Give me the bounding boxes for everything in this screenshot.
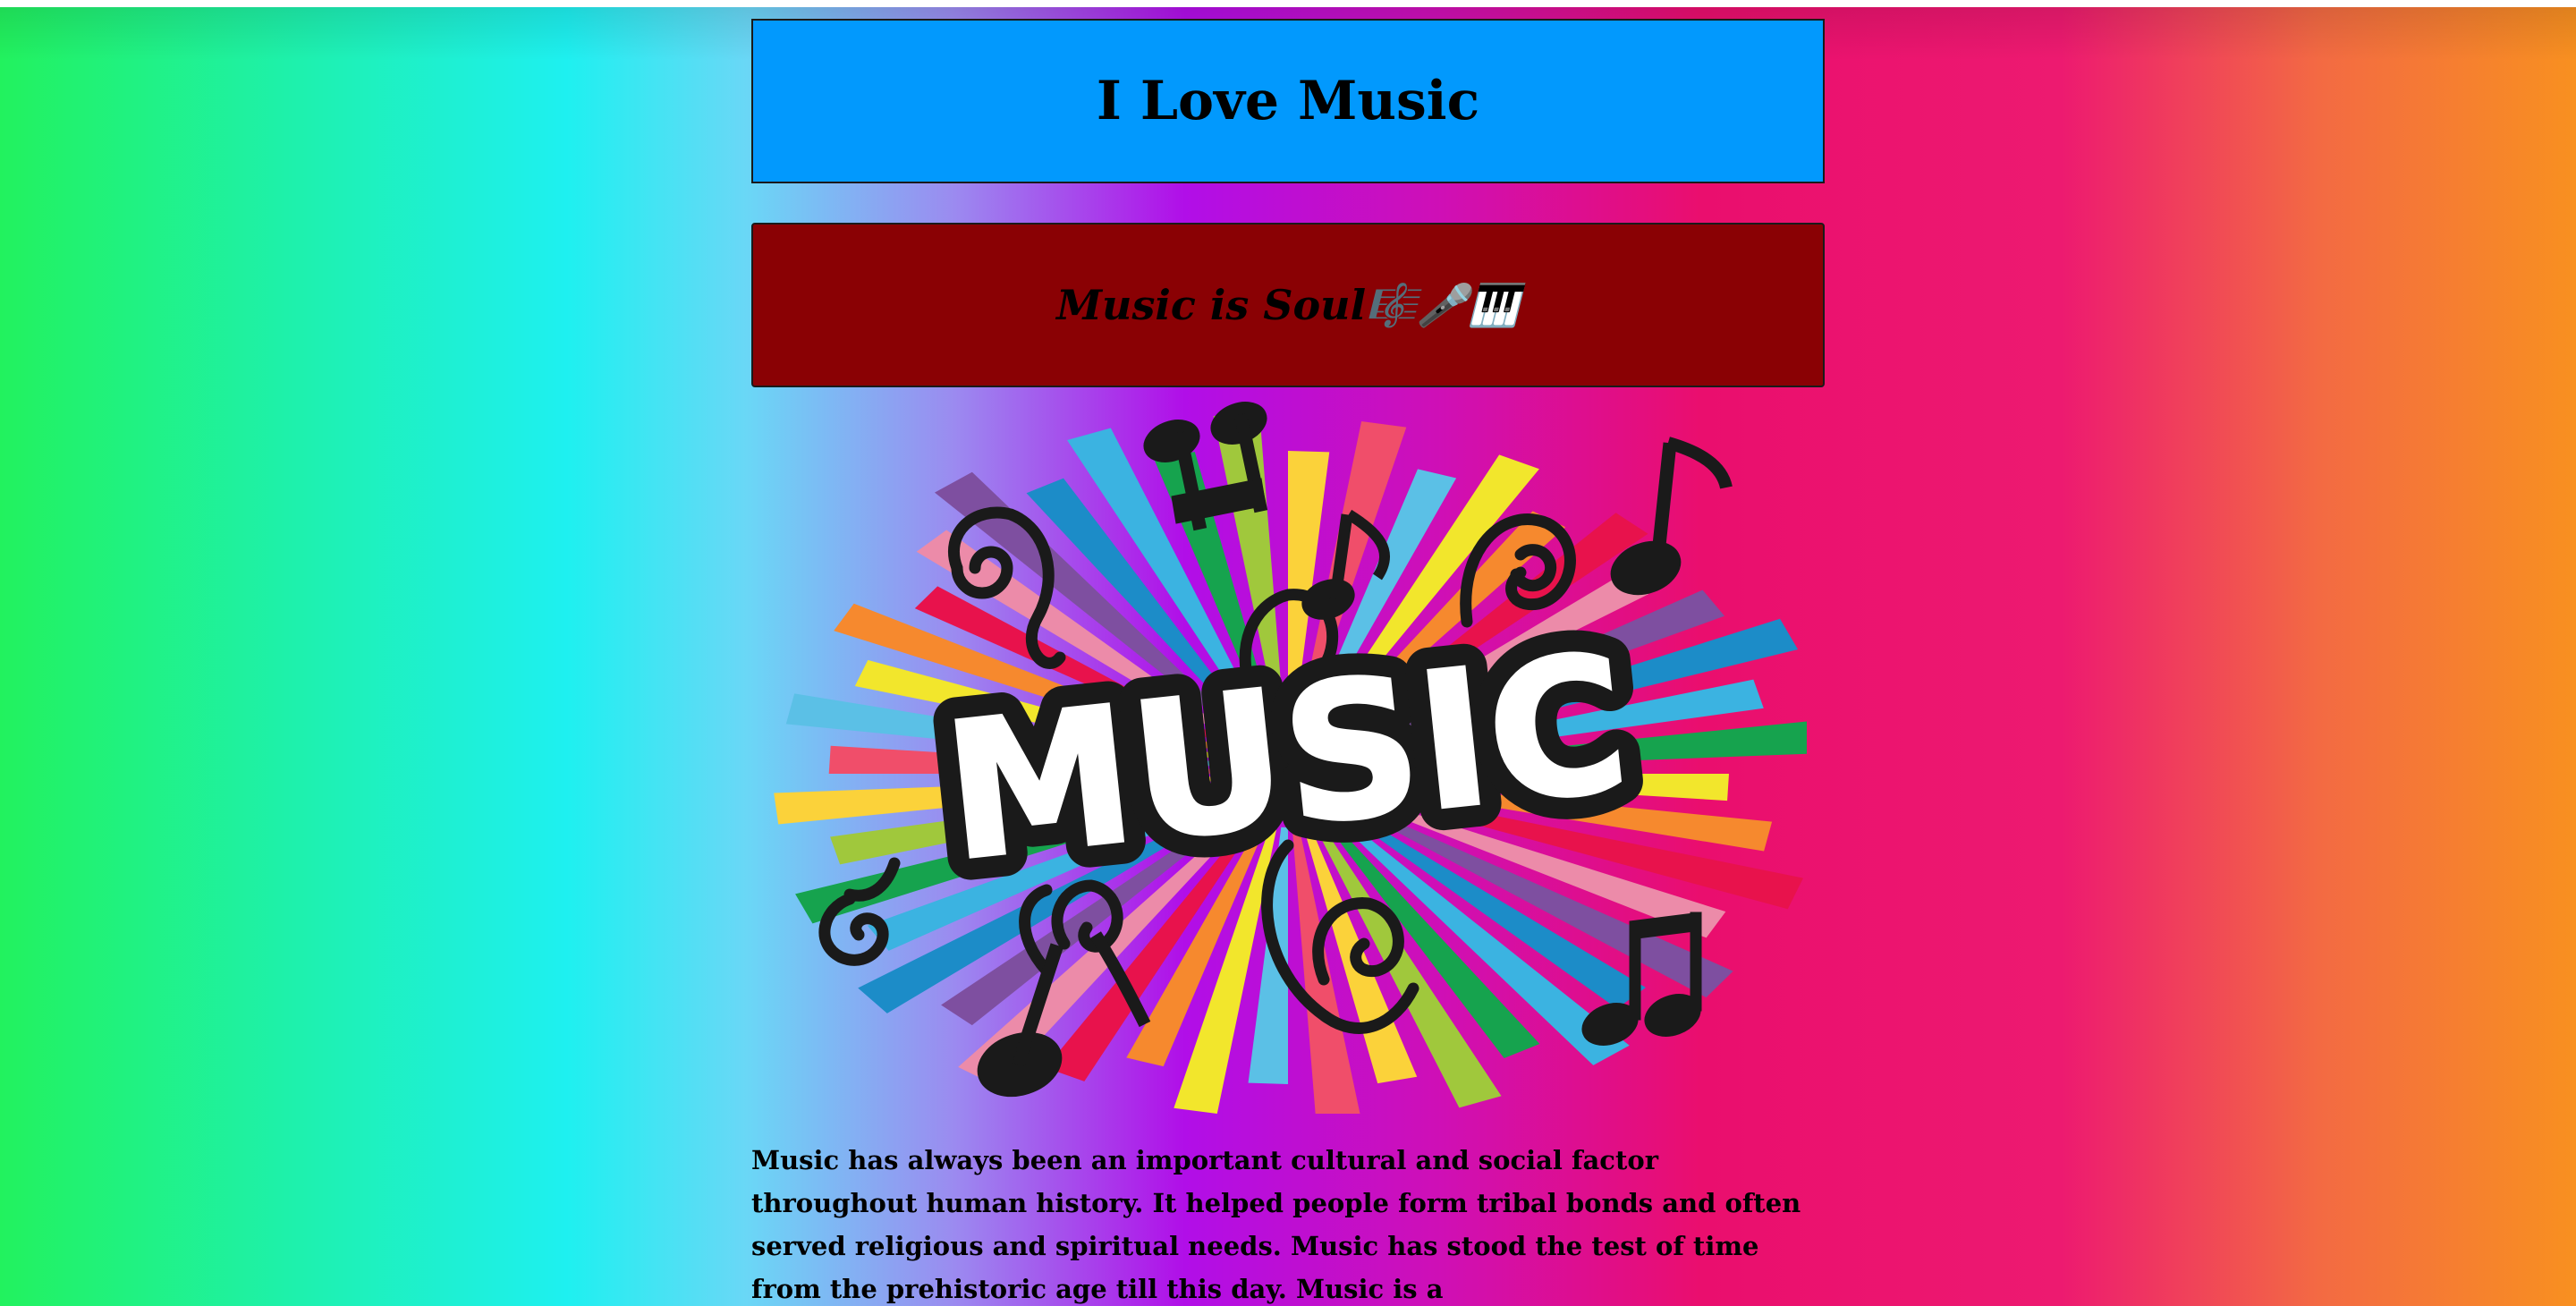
page-subtitle: Music is Soul🎼🎤🎹	[1056, 280, 1520, 329]
page-background: I Love Music Music is Soul🎼🎤🎹 MUSIC MUSI…	[0, 7, 2576, 1306]
content-column: I Love Music Music is Soul🎼🎤🎹 MUSIC MUSI…	[751, 19, 1825, 1306]
page-title: I Love Music	[1096, 70, 1480, 132]
title-banner: I Love Music	[751, 19, 1825, 183]
music-burst-image: MUSIC MUSIC	[774, 402, 1807, 1114]
subtitle-banner: Music is Soul🎼🎤🎹	[751, 223, 1825, 387]
music-image: MUSIC MUSIC	[751, 398, 1825, 1123]
article-paragraph: Music has always been an important cultu…	[751, 1145, 1801, 1304]
